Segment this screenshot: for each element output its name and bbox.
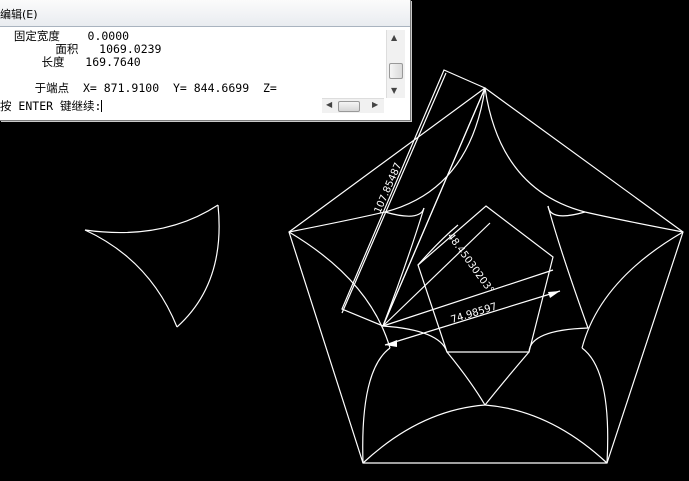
scroll-thumb[interactable] (389, 63, 403, 79)
dimension-text-angle: 48.45030203° (445, 231, 496, 296)
dimension-arrow (548, 291, 560, 298)
horizontal-scrollbar[interactable]: ◀ ▶ (322, 98, 384, 113)
construction-line[interactable] (382, 87, 486, 327)
text-window[interactable]: 编辑(E) 固定宽度 0.0000 面积 1069.0239 长度 169.76… (0, 0, 411, 121)
history-line: 于端点 X= 871.9100 Y= 844.6699 Z= (0, 81, 277, 95)
menu-edit[interactable]: 编辑(E) (0, 6, 38, 22)
dimension-arrow (385, 340, 397, 347)
command-history: 固定宽度 0.0000 面积 1069.0239 长度 169.7640 于端点… (0, 30, 386, 98)
scroll-right-icon[interactable]: ▶ (372, 100, 378, 109)
scroll-left-icon[interactable]: ◀ (326, 100, 332, 109)
curved-triangle-shape[interactable] (84, 204, 220, 328)
command-input[interactable]: 按 ENTER 键继续: (0, 98, 322, 114)
history-line: 长度 169.7640 (0, 55, 141, 69)
hscroll-thumb[interactable] (338, 101, 360, 112)
command-prompt: 按 ENTER 键继续: (0, 99, 102, 113)
text-caret (101, 100, 103, 112)
dimension-text-mid: 74.98597 (450, 301, 499, 325)
vertical-scrollbar[interactable]: ▲ ▼ (386, 30, 405, 98)
scroll-up-icon[interactable]: ▲ (391, 33, 397, 42)
title-bar[interactable]: 编辑(E) (0, 0, 410, 27)
scroll-down-icon[interactable]: ▼ (391, 86, 397, 95)
